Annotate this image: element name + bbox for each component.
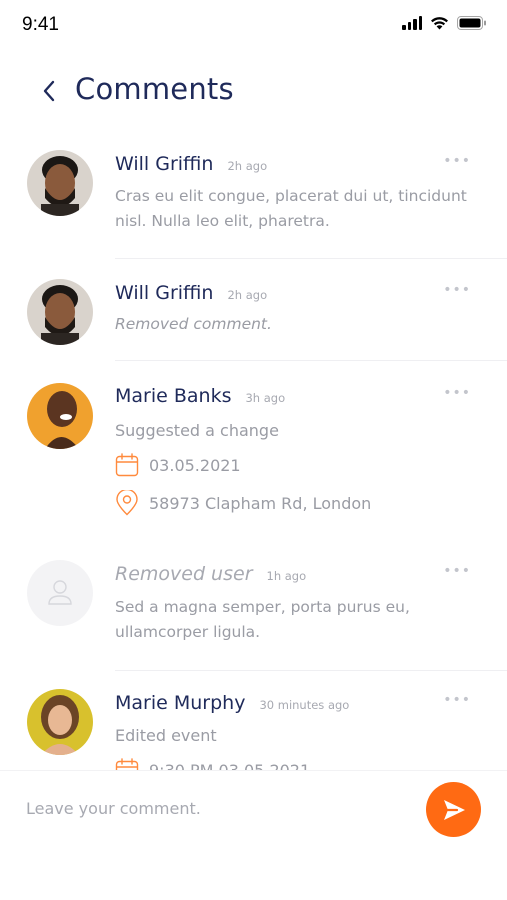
comment-time: 1h ago <box>266 569 307 583</box>
more-options-button[interactable]: ••• <box>443 692 471 708</box>
comment-author[interactable]: Will Griffin 2h ago <box>115 153 267 175</box>
comment-author[interactable]: Marie Banks 3h ago <box>115 385 285 407</box>
divider <box>115 258 507 259</box>
comment-time: 2h ago <box>227 288 268 302</box>
more-options-button[interactable]: ••• <box>443 153 471 169</box>
comment-item: Will Griffin 2h ago ••• Cras eu elit cong… <box>0 140 507 260</box>
avatar[interactable] <box>27 383 93 449</box>
comment-author: Removed user 1h ago <box>115 563 306 585</box>
event-datetime-value: 9:30 PM 03.05.2021 <box>149 760 311 771</box>
author-name: Will Griffin <box>115 153 214 175</box>
event-date-value: 03.05.2021 <box>149 455 241 475</box>
author-name: Marie Murphy <box>115 692 246 714</box>
calendar-icon <box>115 453 139 477</box>
author-name: Marie Banks <box>115 385 232 407</box>
comment-time: 3h ago <box>245 391 286 405</box>
calendar-icon <box>115 758 139 770</box>
author-name: Will Griffin <box>115 282 214 304</box>
comment-item: Marie Banks 3h ago ••• Suggested a change… <box>0 360 507 550</box>
back-button[interactable] <box>34 76 64 106</box>
avatar-placeholder <box>27 560 93 626</box>
comment-time: 30 minutes ago <box>259 698 350 712</box>
status-time: 9:41 <box>22 14 59 35</box>
comments-list[interactable]: Will Griffin 2h ago ••• Cras eu elit cong… <box>0 140 507 770</box>
comment-composer <box>0 770 507 845</box>
event-location-value: 58973 Clapham Rd, London <box>149 493 372 513</box>
send-button[interactable] <box>426 782 481 837</box>
avatar[interactable] <box>27 689 93 755</box>
chevron-left-icon <box>43 80 55 102</box>
comment-item: Will Griffin 2h ago ••• Removed comment. <box>0 260 507 361</box>
event-datetime: 9:30 PM 03.05.2021 <box>115 758 310 770</box>
comment-item: Removed user 1h ago ••• Sed a magna sempe… <box>0 550 507 671</box>
location-pin-icon <box>116 490 138 516</box>
wifi-icon <box>431 17 448 30</box>
comment-author[interactable]: Will Griffin 2h ago <box>115 282 267 304</box>
comment-text: Suggested a change <box>115 421 279 440</box>
comment-text: Cras eu elit congue, placerat dui ut, ti… <box>115 187 467 230</box>
comment-text: Sed a magna semper, porta purus eu, ulla… <box>115 598 410 641</box>
status-bar: 9:41 <box>0 0 507 50</box>
signal-icon <box>402 16 422 30</box>
comment-input[interactable] <box>26 793 406 823</box>
comment-text: Removed comment. <box>115 315 272 333</box>
avatar[interactable] <box>27 279 93 345</box>
battery-icon <box>457 16 486 30</box>
more-options-button[interactable]: ••• <box>443 563 471 579</box>
author-name: Removed user <box>115 563 253 585</box>
comment-text: Edited event <box>115 726 217 745</box>
more-options-button[interactable]: ••• <box>443 282 471 298</box>
comment-author[interactable]: Marie Murphy 30 minutes ago <box>115 692 349 714</box>
send-icon <box>443 799 465 820</box>
status-icons <box>402 16 487 30</box>
avatar[interactable] <box>27 150 93 216</box>
event-date: 03.05.2021 <box>115 453 241 477</box>
event-location: 58973 Clapham Rd, London <box>115 490 371 516</box>
more-options-button[interactable]: ••• <box>443 385 471 401</box>
header: Comments <box>0 70 507 114</box>
user-icon <box>48 580 72 605</box>
comment-item: Marie Murphy 30 minutes ago ••• Edited ev… <box>0 670 507 770</box>
page-title: Comments <box>75 72 234 106</box>
comment-time: 2h ago <box>227 159 268 173</box>
